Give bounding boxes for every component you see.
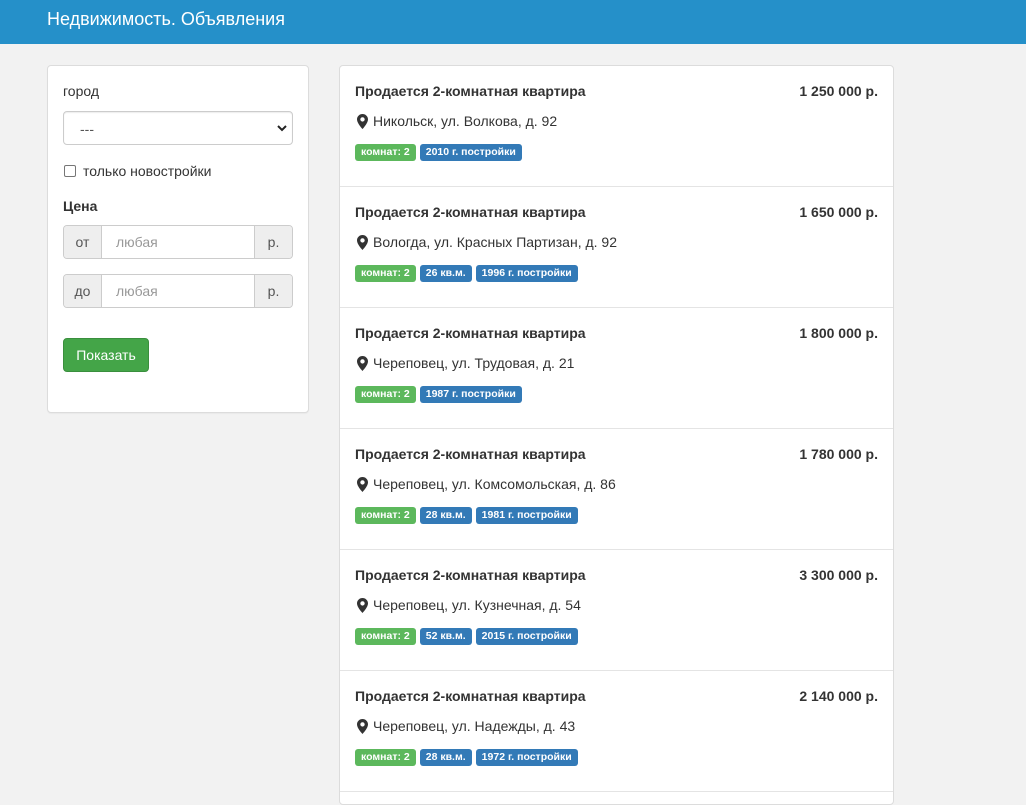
rooms-badge: комнат: 2 (355, 386, 416, 403)
map-marker-icon (357, 356, 368, 371)
price-from-prefix: от (64, 226, 102, 258)
city-select[interactable]: --- (63, 111, 293, 145)
listing-title[interactable]: Продается 2-комнатная квартира (355, 688, 586, 704)
area-badge: 26 кв.м. (419, 265, 472, 282)
address-text: Вологда, ул. Красных Партизан, д. 92 (373, 234, 617, 250)
price-to-input[interactable]: любая (102, 275, 256, 307)
listing-title[interactable]: Продается 2-комнатная квартира (355, 325, 586, 341)
rooms-badge: комнат: 2 (355, 507, 416, 524)
area-badge: 28 кв.м. (419, 507, 472, 524)
info-badge: 1996 г. постройки (475, 265, 578, 282)
listing-title[interactable]: Продается 2-комнатная квартира (355, 446, 586, 462)
area-badge: 28 кв.м. (419, 749, 472, 766)
rooms-badge: комнат: 2 (355, 265, 416, 282)
address-text: Череповец, ул. Трудовая, д. 21 (373, 355, 575, 371)
show-button[interactable]: Показать (63, 338, 149, 372)
listing-item[interactable]: Продается 2-комнатная квартира 1 780 000… (340, 429, 893, 550)
listing-item[interactable]: Продается 2-комнатная квартира 2 140 000… (340, 671, 893, 792)
new-only-checkbox[interactable] (64, 165, 76, 177)
filter-panel: город --- только новостройки Цена от люб… (47, 65, 309, 413)
price-to-suffix: р. (254, 275, 292, 307)
listing-badges: комнат: 2 1987 г. постройки (355, 386, 526, 403)
rooms-badge: комнат: 2 (355, 628, 416, 645)
info-badge: 1972 г. постройки (475, 749, 578, 766)
chevron-down-icon (277, 125, 287, 132)
listing-price: 1 250 000 р. (799, 83, 878, 99)
info-badge: 1981 г. постройки (475, 507, 578, 524)
price-from-input[interactable]: любая (102, 226, 256, 258)
info-badge: 2010 г. постройки (419, 144, 522, 161)
listing-item[interactable]: Продается 2-комнатная квартира 1 650 000… (340, 187, 893, 308)
listing-price: 3 300 000 р. (799, 567, 878, 583)
listing-title[interactable]: Продается 2-комнатная квартира (355, 83, 586, 99)
map-marker-icon (357, 477, 368, 492)
city-label: город (63, 83, 100, 99)
price-from-group: от любая р. (63, 225, 293, 259)
map-marker-icon (357, 114, 368, 129)
site-title[interactable]: Недвижимость. Объявления (47, 9, 285, 29)
listing-price: 1 650 000 р. (799, 204, 878, 220)
listing-title[interactable]: Продается 2-комнатная квартира (355, 204, 586, 220)
rooms-badge: комнат: 2 (355, 749, 416, 766)
listing-item[interactable]: Продается 2-комнатная квартира 1 800 000… (340, 308, 893, 429)
price-to-group: до любая р. (63, 274, 293, 308)
price-heading: Цена (63, 198, 98, 214)
price-from-suffix: р. (254, 226, 292, 258)
listing-badges: комнат: 2 52 кв.м. 2015 г. постройки (355, 628, 582, 645)
address-text: Никольск, ул. Волкова, д. 92 (373, 113, 558, 129)
listing-badges: комнат: 2 26 кв.м. 1996 г. постройки (355, 265, 582, 282)
listing-price: 2 140 000 р. (799, 688, 878, 704)
listing-price: 1 800 000 р. (799, 325, 878, 341)
info-badge: 1987 г. постройки (419, 386, 522, 403)
listing-badges: комнат: 2 28 кв.м. 1972 г. постройки (355, 749, 582, 766)
info-badge: 2015 г. постройки (475, 628, 578, 645)
map-marker-icon (357, 719, 368, 734)
listing-badges: комнат: 2 28 кв.м. 1981 г. постройки (355, 507, 582, 524)
map-marker-icon (357, 235, 368, 250)
address-text: Череповец, ул. Комсомольская, д. 86 (373, 476, 616, 492)
listings-panel: Продается 2-комнатная квартира 1 250 000… (339, 65, 894, 805)
address-text: Череповец, ул. Кузнечная, д. 54 (373, 597, 581, 613)
listing-title[interactable]: Продается 2-комнатная квартира (355, 567, 586, 583)
rooms-badge: комнат: 2 (355, 144, 416, 161)
map-marker-icon (357, 598, 368, 613)
top-navbar: Недвижимость. Объявления (0, 0, 1026, 44)
area-badge: 52 кв.м. (419, 628, 472, 645)
listing-price: 1 780 000 р. (799, 446, 878, 462)
listing-badges: комнат: 2 2010 г. постройки (355, 144, 526, 161)
price-to-prefix: до (64, 275, 102, 307)
listing-item[interactable]: Продается 2-комнатная квартира 1 250 000… (340, 66, 893, 187)
city-select-value: --- (80, 121, 94, 137)
new-only-label[interactable]: только новостройки (83, 163, 212, 179)
listing-item[interactable]: Продается 2-комнатная квартира 3 300 000… (340, 550, 893, 671)
address-text: Череповец, ул. Надежды, д. 43 (373, 718, 576, 734)
